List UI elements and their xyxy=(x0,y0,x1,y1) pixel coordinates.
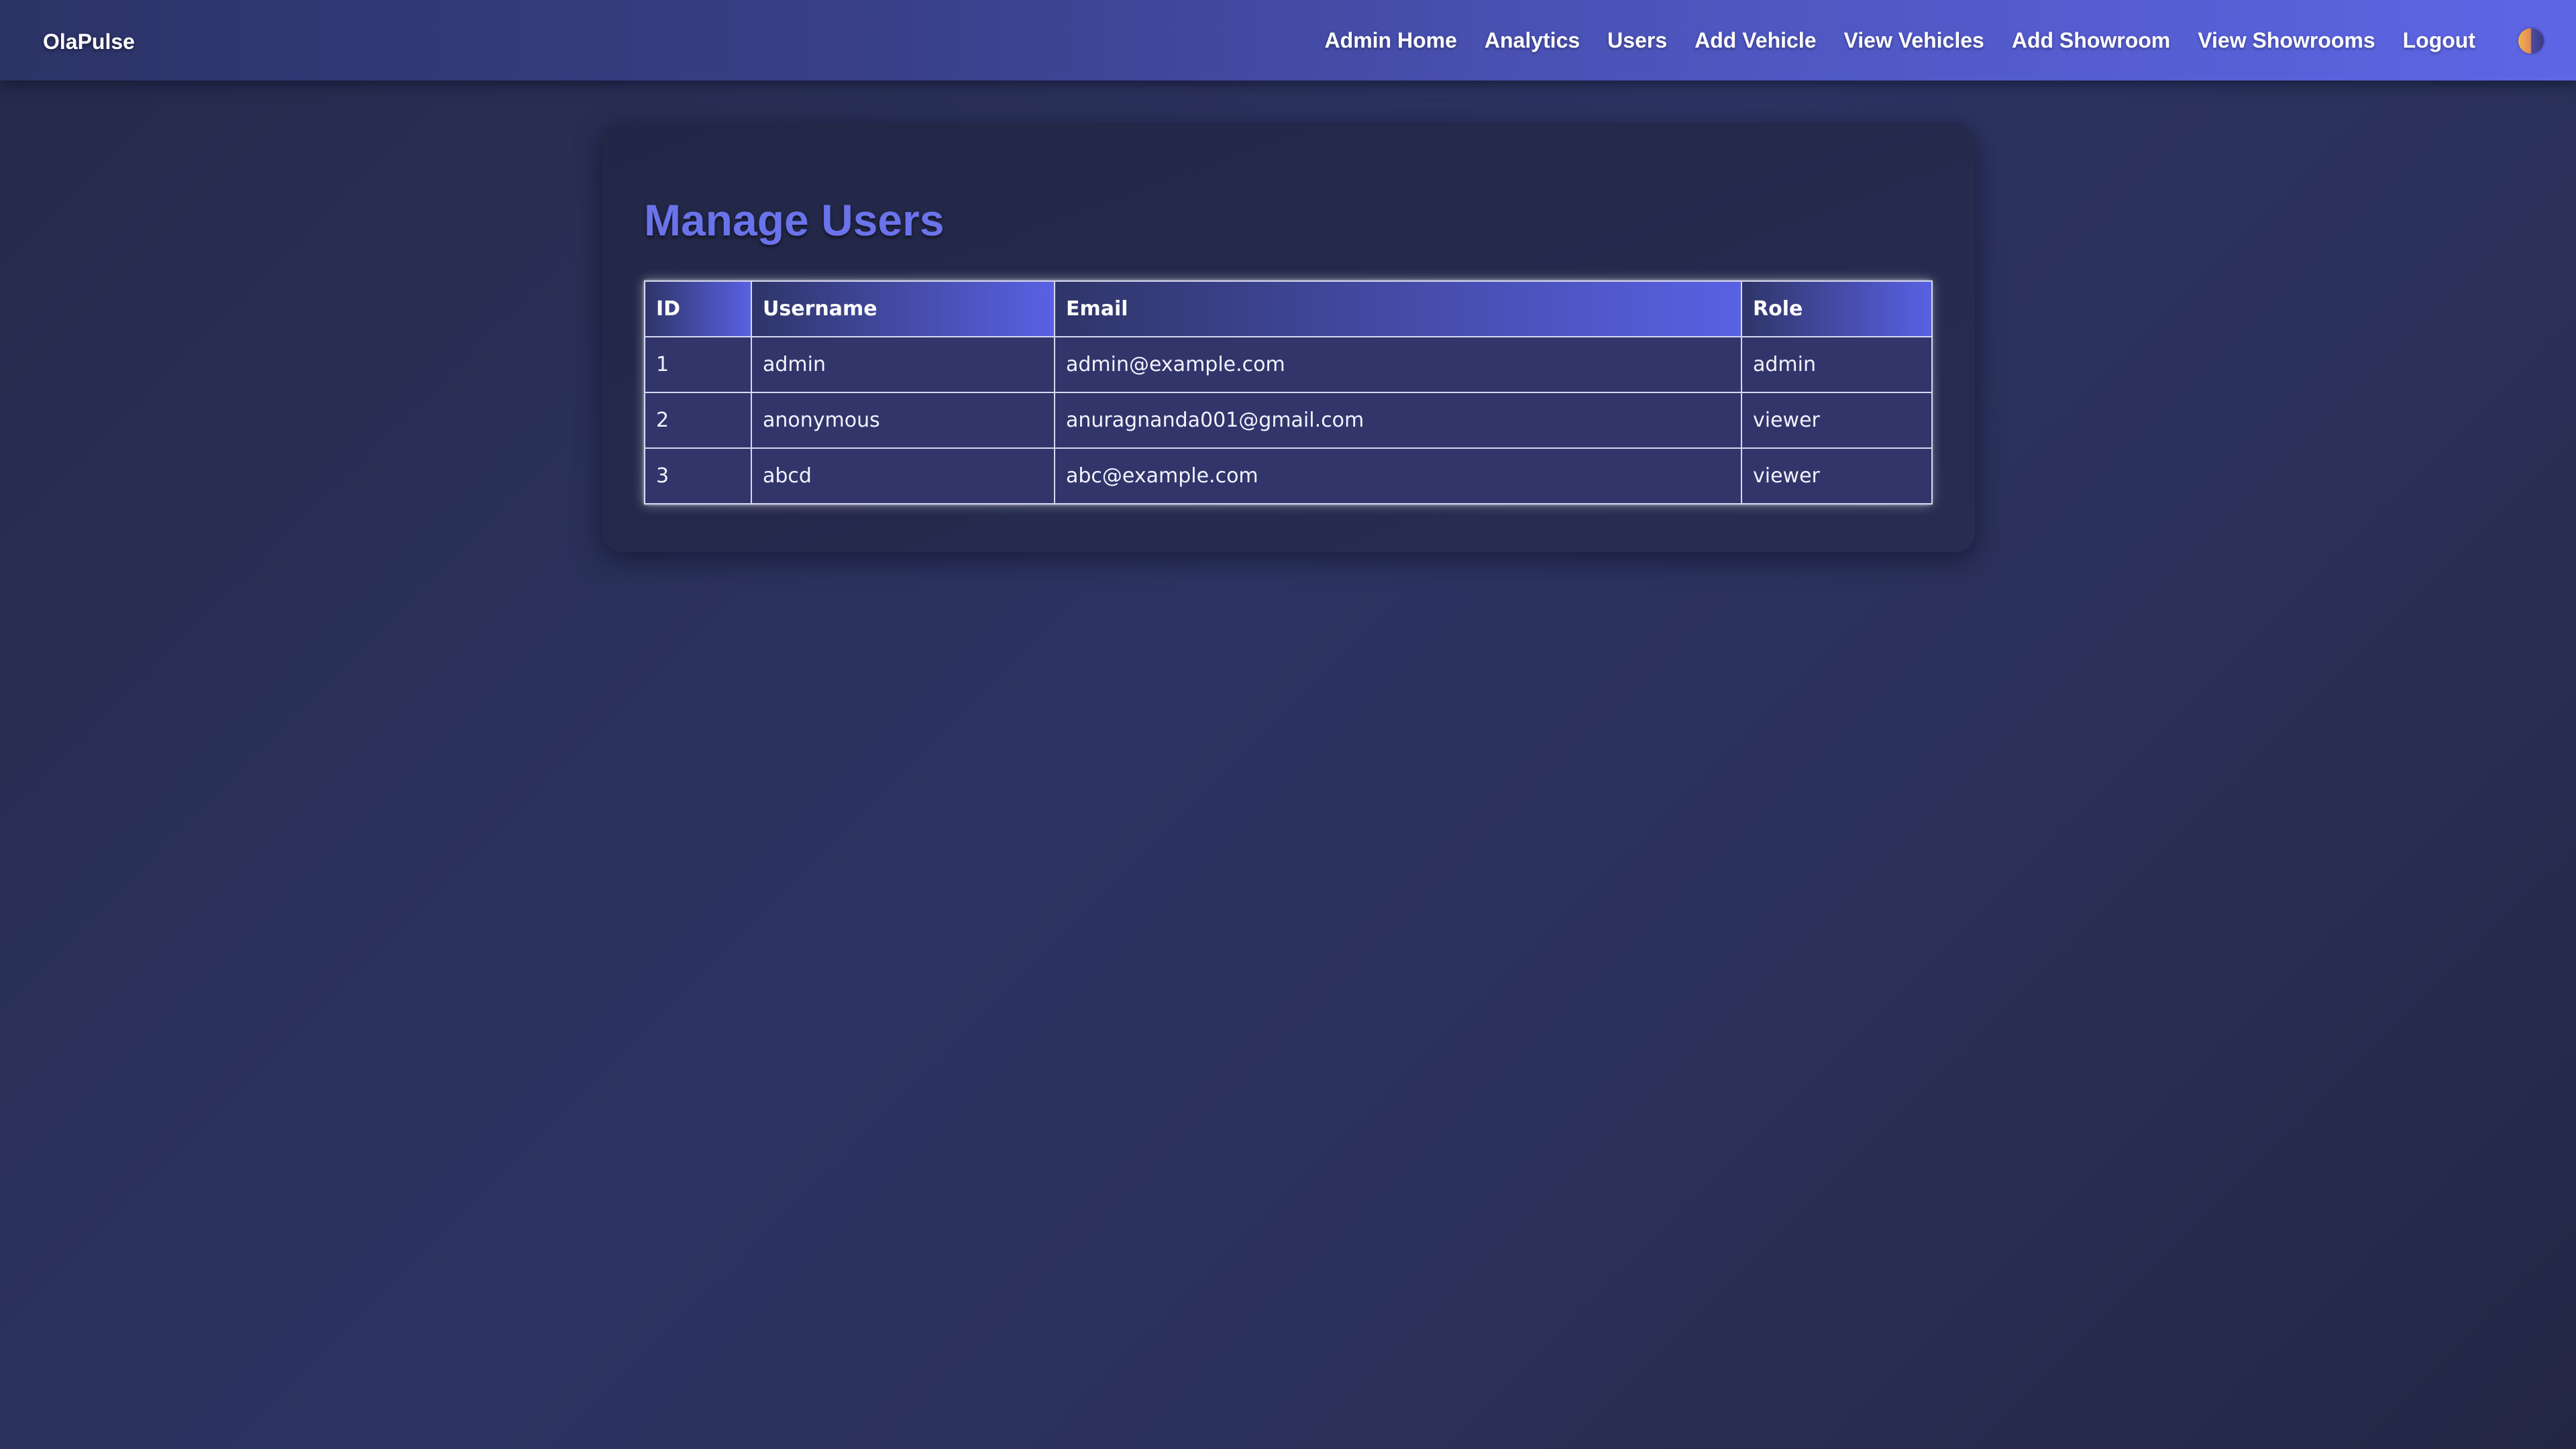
table-header-row: ID Username Email Role xyxy=(644,280,1933,337)
cell-id: 1 xyxy=(644,336,752,393)
nav-link-users[interactable]: Users xyxy=(1607,0,1667,80)
nav-link-add-showroom[interactable]: Add Showroom xyxy=(2012,0,2170,80)
users-table: ID Username Email Role 1 admin admin@exa… xyxy=(644,280,1933,504)
cell-email: admin@example.com xyxy=(1054,336,1742,393)
nav-link-analytics[interactable]: Analytics xyxy=(1485,0,1580,80)
cell-username: abcd xyxy=(751,447,1055,504)
table-row: 2 anonymous anuragnanda001@gmail.com vie… xyxy=(644,392,1933,449)
column-header-id: ID xyxy=(644,280,752,337)
page-title: Manage Users xyxy=(644,195,945,245)
column-header-role: Role xyxy=(1741,280,1933,337)
cell-id: 3 xyxy=(644,447,752,504)
cell-role: viewer xyxy=(1741,447,1933,504)
users-table-container: ID Username Email Role 1 admin admin@exa… xyxy=(644,280,1933,504)
nav-link-view-vehicles[interactable]: View Vehicles xyxy=(1844,0,1984,80)
top-navbar: OlaPulse Admin Home Analytics Users Add … xyxy=(0,0,2576,80)
column-header-email: Email xyxy=(1054,280,1742,337)
brand-logo-link[interactable]: OlaPulse xyxy=(43,0,135,80)
table-row: 1 admin admin@example.com admin xyxy=(644,336,1933,393)
cell-email: abc@example.com xyxy=(1054,447,1742,504)
cell-role: admin xyxy=(1741,336,1933,393)
cell-username: admin xyxy=(751,336,1055,393)
nav-links: Admin Home Analytics Users Add Vehicle V… xyxy=(1297,0,2475,80)
cell-role: viewer xyxy=(1741,392,1933,449)
cell-username: anonymous xyxy=(751,392,1055,449)
cell-id: 2 xyxy=(644,392,752,449)
table-row: 3 abcd abc@example.com viewer xyxy=(644,447,1933,504)
theme-toggle-icon[interactable] xyxy=(2518,28,2544,54)
nav-link-admin-home[interactable]: Admin Home xyxy=(1325,0,1457,80)
nav-link-view-showrooms[interactable]: View Showrooms xyxy=(2198,0,2375,80)
cell-email: anuragnanda001@gmail.com xyxy=(1054,392,1742,449)
nav-link-logout[interactable]: Logout xyxy=(2403,0,2475,80)
nav-link-add-vehicle[interactable]: Add Vehicle xyxy=(1695,0,1816,80)
manage-users-card: Manage Users ID Username Email Role 1 ad… xyxy=(602,123,1975,552)
column-header-username: Username xyxy=(751,280,1055,337)
